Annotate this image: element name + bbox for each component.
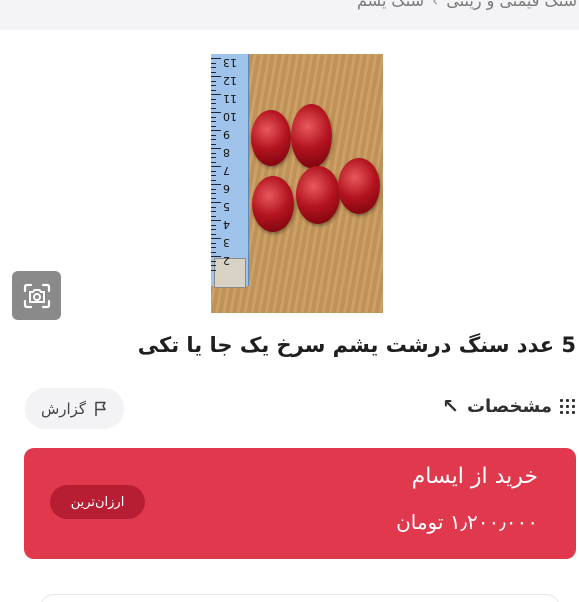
breadcrumb-separator-icon: › — [431, 0, 439, 10]
cheapest-badge: ارزان‌ترین — [50, 485, 145, 519]
tape-number: 6 — [223, 182, 230, 195]
tape-tick — [211, 139, 216, 140]
tape-tick — [211, 130, 221, 131]
tape-tick — [211, 103, 216, 104]
next-card — [40, 594, 560, 602]
tape-tick — [211, 224, 216, 226]
tape-tick — [211, 197, 216, 199]
tape-number: 9 — [223, 128, 230, 141]
tape-tick — [211, 107, 216, 109]
tape-tick — [211, 143, 216, 145]
tape-tick — [211, 166, 221, 167]
red-jasper-stone — [291, 104, 332, 168]
tape-tick — [211, 161, 216, 163]
tape-tick — [211, 80, 216, 82]
tape-number: 4 — [223, 218, 230, 231]
breadcrumb: سنگ قیمتی و زینتی › سنگ یشم — [357, 0, 577, 10]
tape-tick — [211, 188, 216, 190]
tape-tick — [211, 76, 221, 77]
report-button[interactable]: گزارش — [25, 388, 124, 429]
tape-tick — [211, 125, 216, 127]
breadcrumb-item-category[interactable]: سنگ قیمتی و زینتی — [446, 0, 577, 10]
tape-tick — [211, 247, 216, 248]
listing-title: 5 عدد سنگ درشت یشم سرخ یک جا یا تکی — [137, 333, 576, 357]
red-jasper-stone — [296, 166, 340, 224]
tape-tick — [211, 238, 221, 239]
report-label: گزارش — [40, 399, 87, 418]
tape-tick — [211, 256, 221, 257]
tape-tick — [211, 148, 221, 149]
product-photo[interactable]: 13 12 11 10 9 8 7 6 5 4 3 2 — [211, 54, 383, 313]
tape-number: 3 — [223, 236, 230, 249]
tape-tick — [211, 121, 216, 122]
arrow-up-left-icon: ↖ — [442, 394, 459, 418]
tape-tick — [211, 242, 216, 244]
tape-tick — [211, 233, 216, 235]
tape-tick — [211, 215, 216, 217]
buy-from-seller-card[interactable]: خرید از ایسام ۱٫۲۰۰٫۰۰۰ تومان ارزان‌ترین — [24, 448, 576, 559]
tape-tick — [211, 179, 216, 181]
tape-tick — [211, 85, 216, 86]
camera-search-icon[interactable] — [12, 271, 61, 320]
tape-tick — [211, 152, 216, 154]
tape-tick — [211, 67, 216, 68]
grid-dots-icon — [560, 398, 575, 414]
price-label: ۱٫۲۰۰٫۰۰۰ تومان — [396, 510, 538, 534]
measuring-tape: 13 12 11 10 9 8 7 6 5 4 3 2 — [211, 54, 249, 288]
tape-number: 13 — [223, 56, 237, 69]
tape-tick — [211, 193, 216, 194]
tape-number: 8 — [223, 146, 230, 159]
tape-number: 11 — [223, 92, 237, 105]
tape-tick — [211, 62, 216, 64]
tape-tick — [211, 58, 221, 59]
tape-tick — [211, 260, 216, 262]
tape-number: 10 — [223, 110, 237, 123]
tape-tick — [211, 211, 216, 212]
tape-tick — [211, 269, 216, 271]
red-jasper-stone — [338, 158, 380, 214]
tape-number: 5 — [223, 200, 230, 213]
tape-tick — [211, 98, 216, 100]
tape-number: 12 — [223, 74, 237, 87]
tape-tick — [211, 112, 221, 113]
tape-tick — [211, 220, 221, 221]
top-bar: سنگ قیمتی و زینتی › سنگ یشم — [0, 0, 579, 30]
tape-tick — [211, 206, 216, 208]
breadcrumb-item-subcategory[interactable]: سنگ یشم — [357, 0, 424, 10]
red-jasper-stone — [251, 110, 291, 166]
tape-tick — [211, 89, 216, 91]
specs-label: مشخصات — [466, 395, 552, 417]
tape-tick — [211, 251, 216, 253]
flag-icon — [95, 401, 106, 416]
tape-tick — [211, 229, 216, 230]
tape-tick — [211, 175, 216, 176]
tape-tick — [211, 134, 216, 136]
tape-tick — [211, 202, 221, 203]
red-jasper-stone — [252, 176, 294, 232]
tape-tick — [211, 116, 216, 118]
tape-end-cap — [214, 258, 246, 288]
tape-number: 2 — [223, 254, 230, 267]
tape-tick — [211, 94, 221, 95]
tape-tick — [211, 71, 216, 73]
seller-label: خرید از ایسام — [411, 464, 538, 489]
specs-button[interactable]: مشخصات ↖ — [442, 394, 575, 418]
tape-tick — [211, 184, 221, 185]
tape-tick — [211, 170, 216, 172]
tape-tick — [211, 157, 216, 158]
tape-tick — [211, 265, 216, 266]
tape-number: 7 — [223, 164, 230, 177]
